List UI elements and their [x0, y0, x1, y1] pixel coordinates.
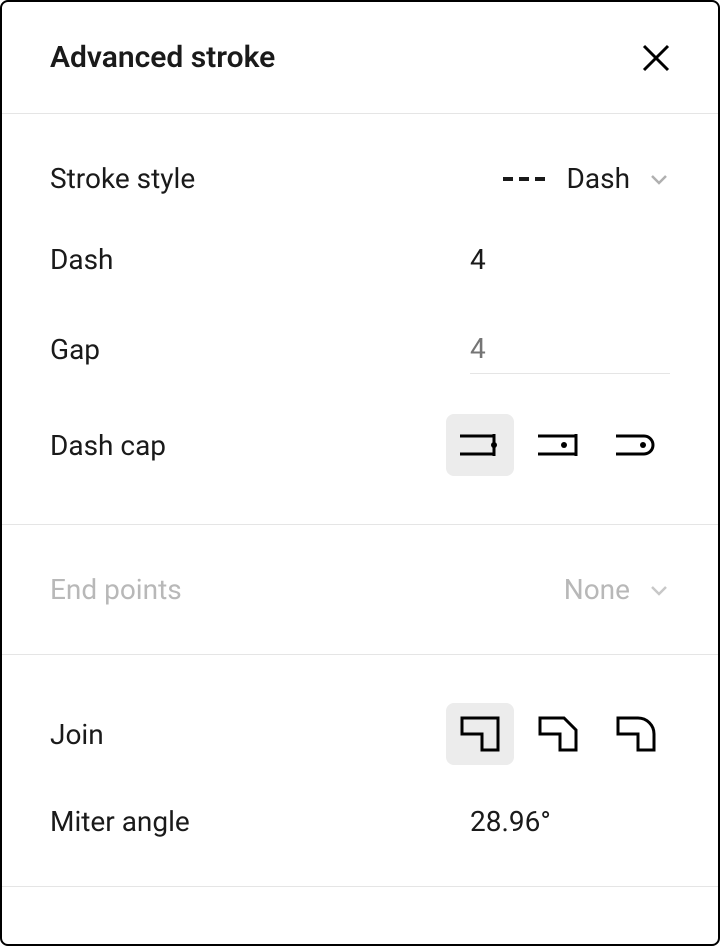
close-icon [640, 42, 672, 74]
join-options [446, 703, 670, 765]
join-bevel-button[interactable] [524, 703, 592, 765]
join-round-icon [614, 714, 658, 754]
join-round-button[interactable] [602, 703, 670, 765]
gap-input[interactable] [470, 324, 670, 374]
dash-cap-row: Dash cap [2, 394, 718, 496]
miter-angle-row: Miter angle 28.96° [2, 785, 718, 858]
join-bevel-icon [536, 714, 580, 754]
end-points-value: None [564, 573, 630, 606]
dash-label: Dash [50, 243, 113, 276]
stroke-style-row: Stroke style Dash [2, 142, 718, 215]
stroke-section: Stroke style Dash Dash Gap Dash c [2, 114, 718, 525]
gap-label: Gap [50, 333, 100, 366]
join-label: Join [50, 718, 104, 751]
chevron-down-icon [648, 579, 670, 601]
dash-cap-square-button[interactable] [524, 414, 592, 476]
join-miter-icon [458, 714, 502, 754]
panel-title: Advanced stroke [50, 40, 275, 75]
end-points-select[interactable]: None [564, 573, 670, 606]
close-button[interactable] [640, 42, 672, 74]
end-points-row: End points None [2, 553, 718, 626]
join-row: Join [2, 683, 718, 785]
dash-cap-label: Dash cap [50, 429, 166, 462]
end-points-section: End points None [2, 525, 718, 655]
dash-cap-options [446, 414, 670, 476]
join-section: Join Miter angle 28.96° [2, 655, 718, 887]
stroke-style-select[interactable]: Dash [503, 162, 670, 195]
cap-round-icon [614, 430, 658, 460]
miter-angle-value[interactable]: 28.96° [470, 805, 670, 838]
stroke-style-value: Dash [567, 162, 630, 195]
panel-header: Advanced stroke [2, 2, 718, 114]
dash-cap-none-button[interactable] [446, 414, 514, 476]
dash-row: Dash [2, 215, 718, 304]
join-miter-button[interactable] [446, 703, 514, 765]
dash-preview-icon [503, 177, 545, 181]
stroke-style-label: Stroke style [50, 162, 195, 195]
end-points-label: End points [50, 573, 182, 606]
gap-row: Gap [2, 304, 718, 394]
cap-square-icon [536, 430, 580, 460]
cap-none-icon [458, 430, 502, 460]
chevron-down-icon [648, 168, 670, 190]
miter-angle-label: Miter angle [50, 805, 190, 838]
dash-input[interactable] [470, 235, 670, 284]
dash-cap-round-button[interactable] [602, 414, 670, 476]
